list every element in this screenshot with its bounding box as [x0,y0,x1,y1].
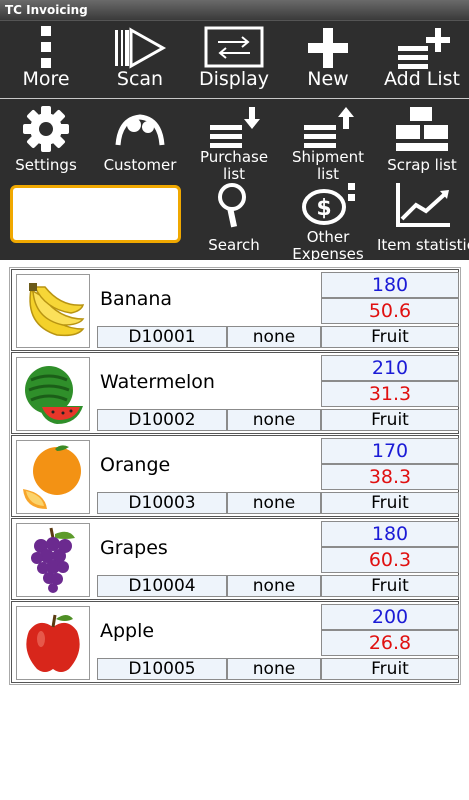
item-tag: none [227,492,321,514]
banana-image [16,274,90,348]
grapes-image [16,523,90,597]
chart-icon [396,183,450,227]
item-tag: none [227,575,321,597]
list-item[interactable]: Orange 170 38.3 D10003 none Fruit [11,435,459,517]
item-statistics-button[interactable]: Item statistics [377,181,469,254]
item-category: Fruit [321,326,459,348]
add-list-icon [398,28,450,69]
more-button[interactable]: More [1,26,91,90]
apple-image [16,606,90,680]
customer-icon [115,114,165,146]
scrap-list-icon [396,107,448,151]
item-quantity: 180 [321,521,459,547]
display-button[interactable]: Display [189,26,279,90]
new-label: New [307,68,349,90]
item-list: Banana 180 50.6 D10001 none Fruit Waterm… [9,267,461,685]
secondary-toolbar: Settings Customer Purchase list Shipment… [0,99,469,263]
list-item[interactable]: Apple 200 26.8 D10005 none Fruit [11,601,459,683]
customer-button[interactable]: Customer [95,105,185,174]
item-category: Fruit [321,658,459,680]
item-code: D10005 [97,658,227,680]
display-icon [204,26,264,68]
list-item[interactable]: Grapes 180 60.3 D10004 none Fruit [11,518,459,600]
plus-icon [308,28,348,68]
shipment-list-label: Shipment list [292,148,364,183]
more-label: More [22,68,70,90]
scan-button[interactable]: Scan [95,26,185,90]
list-item[interactable]: Watermelon 210 31.3 D10002 none Fruit [11,352,459,434]
purchase-list-icon [210,107,260,148]
purchase-list-button[interactable]: Purchase list [189,105,279,183]
svg-text:$: $ [316,196,331,221]
item-name: Watermelon [100,371,215,393]
main-toolbar: More Scan Display New Add List [0,20,469,100]
item-category: Fruit [321,409,459,431]
item-name: Orange [100,454,171,476]
app-title: TC Invoicing [5,3,88,17]
search-input[interactable] [10,185,181,243]
search-label: Search [208,236,260,254]
item-price: 31.3 [321,381,459,407]
list-item[interactable]: Banana 180 50.6 D10001 none Fruit [11,269,459,351]
item-code: D10004 [97,575,227,597]
item-price: 50.6 [321,298,459,324]
dollar-icon: $ [302,183,355,225]
item-category: Fruit [321,492,459,514]
scan-label: Scan [116,68,164,90]
watermelon-image [16,357,90,431]
item-code: D10002 [97,409,227,431]
item-tag: none [227,658,321,680]
more-icon [41,26,51,68]
new-button[interactable]: New [283,26,373,90]
search-icon [218,183,246,228]
add-list-button[interactable]: Add List [377,26,467,90]
shipment-list-icon [304,107,354,148]
title-bar: TC Invoicing [0,0,469,20]
item-code: D10001 [97,326,227,348]
item-name: Banana [100,288,173,310]
item-code: D10003 [97,492,227,514]
item-quantity: 180 [321,272,459,298]
shipment-list-button[interactable]: Shipment list [283,105,373,183]
item-quantity: 210 [321,355,459,381]
settings-label: Settings [15,156,77,174]
item-name: Apple [100,620,155,642]
orange-image [16,440,90,514]
item-price: 60.3 [321,547,459,573]
add-list-label: Add List [383,68,461,90]
scan-icon [115,27,167,69]
item-tag: none [227,326,321,348]
settings-button[interactable]: Settings [1,105,91,174]
item-quantity: 170 [321,438,459,464]
search-button[interactable]: Search [189,181,279,254]
item-statistics-label: Item statistics [377,236,469,254]
other-expenses-label: Other Expenses [292,228,364,263]
item-quantity: 200 [321,604,459,630]
display-label: Display [198,68,270,90]
scrap-list-label: Scrap list [387,156,457,174]
item-price: 38.3 [321,464,459,490]
item-tag: none [227,409,321,431]
item-category: Fruit [321,575,459,597]
item-name: Grapes [100,537,168,559]
gear-icon [23,106,69,152]
customer-label: Customer [103,156,177,174]
other-expenses-button[interactable]: $ Other Expenses [283,181,373,263]
purchase-list-label: Purchase list [199,148,269,183]
item-price: 26.8 [321,630,459,656]
scrap-list-button[interactable]: Scrap list [377,105,467,174]
